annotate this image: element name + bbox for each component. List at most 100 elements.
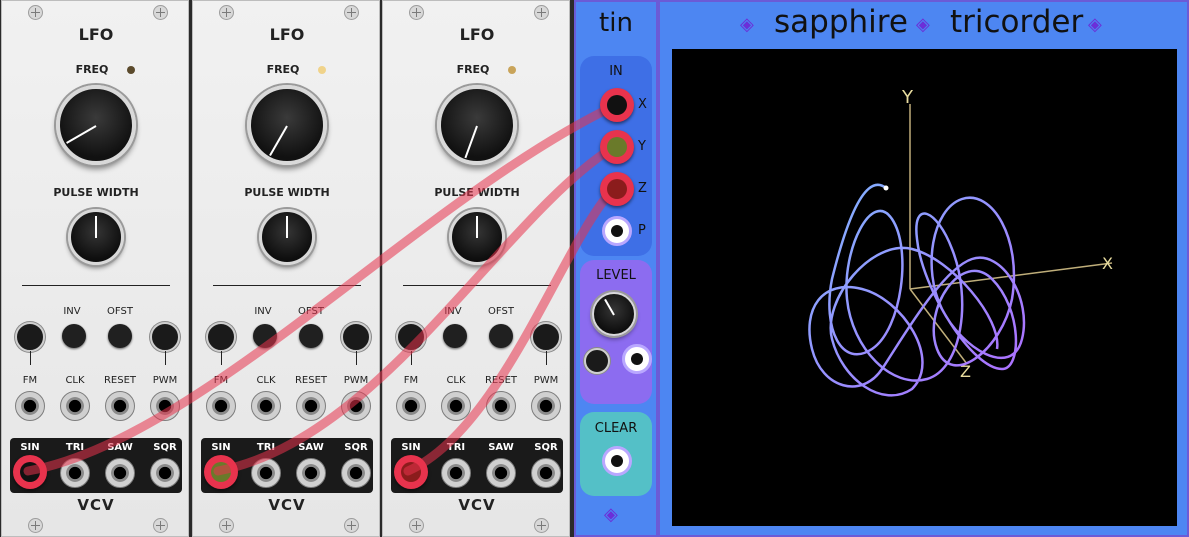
fm-label: FM — [403, 375, 419, 386]
sqr-output-jack[interactable] — [341, 458, 371, 488]
output-section: SIN TRI SAW SQR — [201, 438, 373, 493]
gem-icon: ◈ — [916, 14, 930, 35]
pwm-input-jack[interactable] — [341, 391, 371, 421]
reset-input-jack[interactable] — [105, 391, 135, 421]
screw-icon — [28, 5, 43, 20]
p-input-jack[interactable] — [602, 216, 632, 246]
x-axis-label: X — [1102, 254, 1113, 273]
tri-output-jack[interactable] — [441, 458, 471, 488]
saw-output-jack[interactable] — [296, 458, 326, 488]
fm-input-jack[interactable] — [206, 391, 236, 421]
pulse-width-label: PULSE WIDTH — [244, 186, 330, 199]
tin-title: tin — [599, 8, 633, 38]
pulse-width-knob[interactable] — [259, 209, 315, 265]
module-title: LFO — [78, 25, 114, 44]
x-label: X — [638, 97, 647, 112]
fm-attenuator-knob[interactable] — [206, 322, 236, 352]
freq-knob[interactable] — [247, 85, 327, 165]
fm-label: FM — [22, 375, 38, 386]
tri-label: TRI — [256, 442, 276, 453]
gem-icon: ◈ — [740, 14, 754, 35]
fm-label: FM — [213, 375, 229, 386]
clk-input-jack[interactable] — [60, 391, 90, 421]
tricorder-title: tricorder — [950, 4, 1084, 40]
pwm-attenuator-knob[interactable] — [341, 322, 371, 352]
reset-input-jack[interactable] — [296, 391, 326, 421]
level-cv-jack[interactable] — [622, 344, 652, 374]
sqr-output-jack[interactable] — [150, 458, 180, 488]
screw-icon — [28, 518, 43, 533]
screw-icon — [153, 518, 168, 533]
tricorder-display[interactable]: Y X Z — [672, 49, 1177, 526]
ofst-button[interactable] — [489, 324, 513, 348]
sin-output-plug[interactable] — [204, 455, 238, 489]
inv-button[interactable] — [443, 324, 467, 348]
freq-knob[interactable] — [56, 85, 136, 165]
pulse-width-label: PULSE WIDTH — [434, 186, 520, 199]
sapphire-title: sapphire — [774, 4, 908, 40]
divider — [213, 285, 361, 286]
divider — [30, 351, 31, 365]
inv-label: INV — [254, 306, 272, 317]
fm-attenuator-knob[interactable] — [396, 322, 426, 352]
sqr-label: SQR — [153, 442, 177, 453]
inv-button[interactable] — [253, 324, 277, 348]
screw-icon — [534, 518, 549, 533]
reset-input-jack[interactable] — [486, 391, 516, 421]
gem-icon: ◈ — [1088, 14, 1102, 35]
freq-label: FREQ — [266, 63, 300, 76]
level-label: LEVEL — [596, 268, 636, 283]
cable-plug-y[interactable] — [600, 130, 634, 164]
level-attenuverter-knob[interactable] — [584, 348, 610, 374]
ofst-label: OFST — [488, 306, 514, 317]
clk-label: CLK — [256, 375, 276, 386]
cable-plug-x[interactable] — [600, 88, 634, 122]
cable-plug-z[interactable] — [600, 172, 634, 206]
screw-icon — [344, 5, 359, 20]
ofst-button[interactable] — [299, 324, 323, 348]
pwm-input-jack[interactable] — [531, 391, 561, 421]
screw-icon — [534, 5, 549, 20]
ofst-button[interactable] — [108, 324, 132, 348]
fm-input-jack[interactable] — [15, 391, 45, 421]
sin-output-plug[interactable] — [394, 455, 428, 489]
clear-trigger-jack[interactable] — [602, 446, 632, 476]
tin-module: tin IN LEVEL CLEAR X Y Z P ◈ — [574, 0, 658, 537]
saw-output-jack[interactable] — [486, 458, 516, 488]
freq-label: FREQ — [75, 63, 109, 76]
module-title: LFO — [459, 25, 495, 44]
fm-input-jack[interactable] — [396, 391, 426, 421]
z-label: Z — [638, 181, 647, 196]
clk-input-jack[interactable] — [441, 391, 471, 421]
vcv-logo: VCV — [458, 496, 496, 514]
inv-button[interactable] — [62, 324, 86, 348]
sqr-output-jack[interactable] — [531, 458, 561, 488]
trace-head — [883, 185, 889, 191]
output-section: SIN TRI SAW SQR — [391, 438, 563, 493]
freq-knob[interactable] — [437, 85, 517, 165]
sin-label: SIN — [401, 442, 421, 453]
clk-input-jack[interactable] — [251, 391, 281, 421]
pwm-input-jack[interactable] — [150, 391, 180, 421]
sin-output-plug[interactable] — [13, 455, 47, 489]
sqr-label: SQR — [344, 442, 368, 453]
tri-output-jack[interactable] — [60, 458, 90, 488]
clear-label: CLEAR — [594, 421, 638, 436]
screw-icon — [344, 518, 359, 533]
saw-output-jack[interactable] — [105, 458, 135, 488]
tricorder-plot: Y X Z — [808, 87, 1113, 397]
level-knob[interactable] — [592, 292, 636, 336]
lfo-module-1: LFO FREQ PULSE WIDTH INV OFST FM CLK RES… — [1, 0, 189, 537]
saw-label: SAW — [107, 442, 133, 453]
pulse-width-knob[interactable] — [68, 209, 124, 265]
clk-label: CLK — [65, 375, 85, 386]
fm-attenuator-knob[interactable] — [15, 322, 45, 352]
screw-icon — [153, 5, 168, 20]
pulse-width-knob[interactable] — [449, 209, 505, 265]
sqr-label: SQR — [534, 442, 558, 453]
freq-label: FREQ — [456, 63, 490, 76]
clk-label: CLK — [446, 375, 466, 386]
pwm-attenuator-knob[interactable] — [531, 322, 561, 352]
tri-output-jack[interactable] — [251, 458, 281, 488]
pwm-attenuator-knob[interactable] — [150, 322, 180, 352]
